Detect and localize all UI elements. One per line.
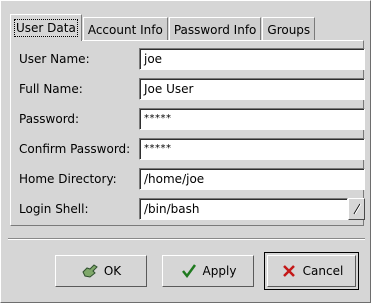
tab-password-info-label: Password Info	[173, 22, 257, 37]
tab-account-info[interactable]: Account Info	[82, 17, 168, 41]
user-name-field[interactable]: joe	[139, 48, 365, 70]
confirm-password-label: Confirm Password:	[19, 142, 131, 156]
full-name-label: Full Name:	[19, 82, 83, 96]
tab-user-data[interactable]: User Data	[10, 14, 82, 41]
tab-bar: User Data Account Info Password Info Gro…	[10, 14, 316, 41]
user-properties-dialog: User Data Account Info Password Info Gro…	[0, 0, 371, 303]
user-data-panel: User Name: joe Full Name: Joe User Passw…	[10, 40, 365, 226]
cancel-button[interactable]: Cancel	[264, 252, 359, 290]
cross-icon	[280, 263, 298, 279]
ok-button[interactable]: OK	[55, 255, 147, 287]
ok-hand-icon	[81, 263, 99, 279]
password-label: Password:	[19, 112, 80, 126]
login-shell-label: Login Shell:	[19, 202, 89, 216]
checkmark-icon	[180, 263, 198, 279]
apply-button-label: Apply	[202, 264, 237, 278]
button-separator	[8, 238, 365, 240]
full-name-field[interactable]: Joe User	[139, 78, 365, 100]
home-directory-field[interactable]: /home/joe	[139, 168, 365, 190]
tab-password-info[interactable]: Password Info	[168, 17, 262, 41]
tab-account-info-label: Account Info	[87, 22, 163, 37]
dropdown-arrow-icon	[349, 201, 364, 217]
password-field[interactable]: *****	[139, 108, 365, 130]
user-name-label: User Name:	[19, 52, 90, 66]
login-shell-dropdown-button[interactable]	[348, 198, 365, 220]
cancel-button-label: Cancel	[302, 264, 344, 278]
tab-user-data-label: User Data	[14, 19, 78, 37]
tab-groups-label: Groups	[267, 22, 311, 37]
login-shell-combo-entry[interactable]: /bin/bash	[139, 198, 348, 220]
apply-button[interactable]: Apply	[162, 255, 254, 287]
tab-groups[interactable]: Groups	[262, 17, 316, 41]
ok-button-label: OK	[103, 264, 122, 278]
confirm-password-field[interactable]: *****	[139, 138, 365, 160]
home-directory-label: Home Directory:	[19, 172, 117, 186]
